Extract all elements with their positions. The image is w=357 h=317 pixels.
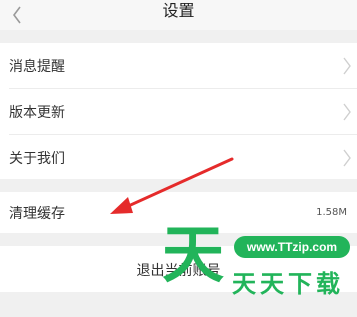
watermark-big-char: 天 bbox=[162, 218, 225, 291]
settings-item-notifications[interactable]: 消息提醒 bbox=[0, 43, 357, 88]
page-title: 设置 bbox=[162, 1, 195, 20]
nav-header: 设置 bbox=[0, 0, 357, 30]
chevron-right-icon bbox=[343, 103, 351, 120]
settings-item-label: 消息提醒 bbox=[9, 58, 65, 75]
watermark-text: 天天下载 bbox=[232, 270, 344, 298]
settings-item-label: 版本更新 bbox=[9, 104, 65, 121]
clear-cache-label: 清理缓存 bbox=[9, 205, 65, 222]
settings-screen: 设置 消息提醒 版本更新 关于我们 清理缓存 1.58M 退出当前账号 天 ww… bbox=[0, 0, 357, 317]
chevron-right-icon bbox=[343, 149, 351, 166]
settings-item-version-update[interactable]: 版本更新 bbox=[0, 89, 357, 134]
cache-size-value: 1.58M bbox=[316, 207, 347, 218]
watermark-url: www.TTzip.com bbox=[234, 236, 350, 258]
chevron-right-icon bbox=[343, 57, 351, 74]
watermark-logo: 天 www.TTzip.com 天天下载 bbox=[158, 222, 357, 317]
settings-item-label: 关于我们 bbox=[9, 150, 65, 167]
settings-list: 消息提醒 版本更新 关于我们 bbox=[0, 43, 357, 179]
settings-item-about-us[interactable]: 关于我们 bbox=[0, 135, 357, 180]
